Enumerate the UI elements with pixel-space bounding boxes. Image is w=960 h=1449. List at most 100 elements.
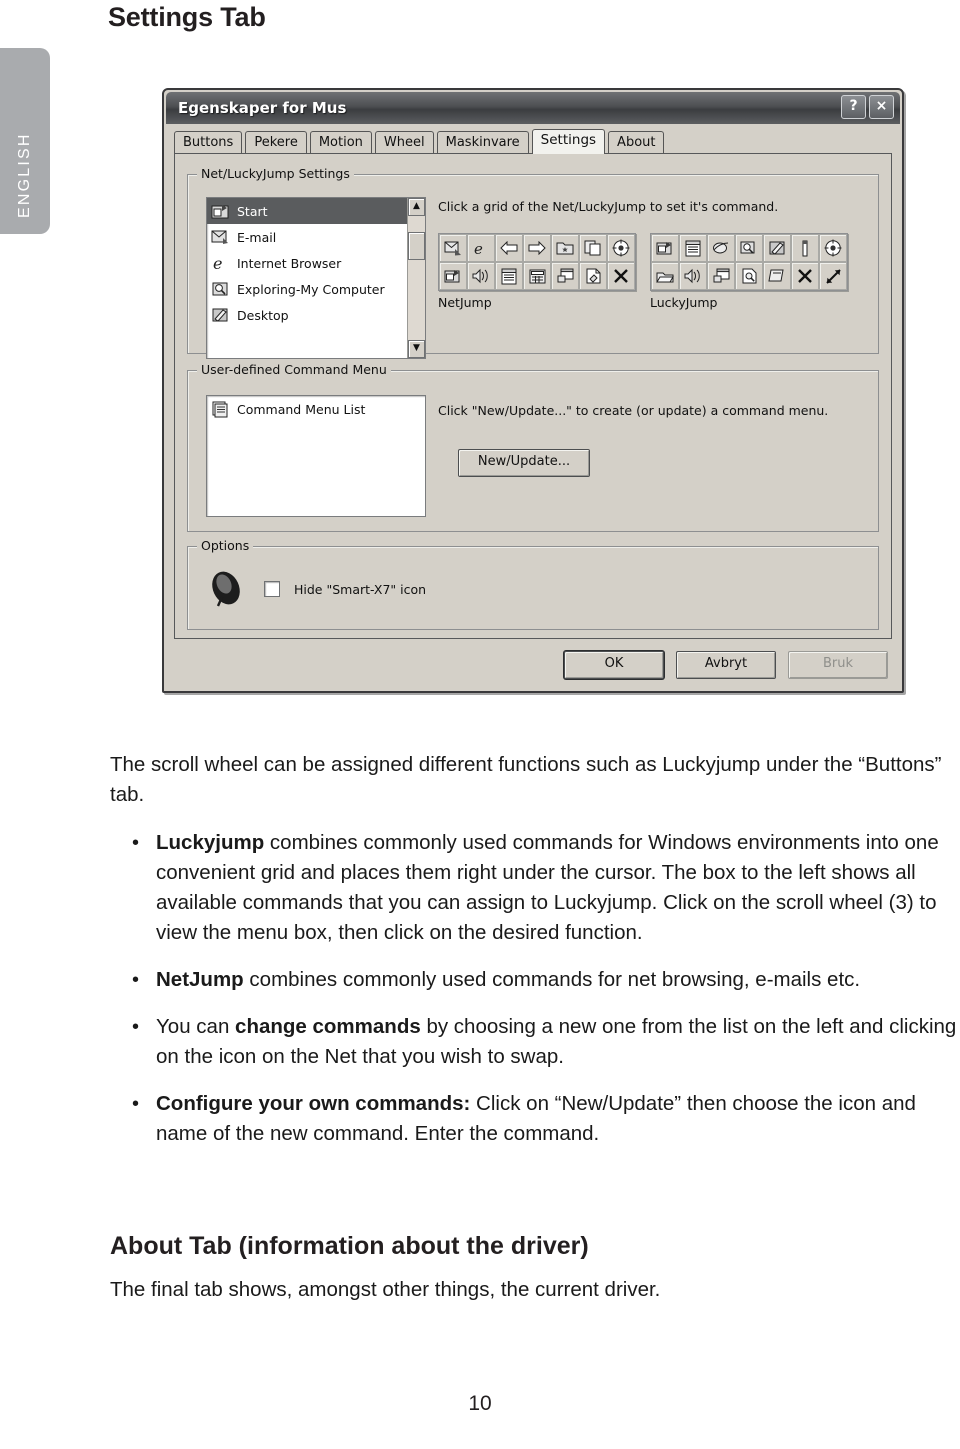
- netjump-label: NetJump: [438, 295, 492, 310]
- mouse-properties-dialog: Egenskaper for Mus ? × Buttons Pekere Mo…: [162, 88, 904, 693]
- menu-list-icon: [211, 400, 230, 418]
- tab-pekere[interactable]: Pekere: [245, 131, 307, 154]
- email-icon: [211, 228, 230, 246]
- luckyjump-cell-close-x-icon[interactable]: [791, 262, 819, 290]
- tab-maskinvare[interactable]: Maskinvare: [436, 131, 529, 154]
- bullet-change-commands: • You can change commands by choosing a …: [110, 1012, 960, 1072]
- bullet-lead: Luckyjump: [156, 831, 265, 854]
- tab-wheel[interactable]: Wheel: [374, 131, 434, 154]
- language-side-tab: ENGLISH: [0, 48, 50, 234]
- netjump-cell-internet-explorer-icon[interactable]: e: [467, 234, 495, 262]
- netjump-cell-print-page-icon[interactable]: [579, 262, 607, 290]
- netjump-cell-document-list-icon[interactable]: [495, 262, 523, 290]
- scrollbar-thumb[interactable]: [408, 232, 425, 260]
- luckyjump-label: LuckyJump: [650, 295, 718, 310]
- luckyjump-cell-bar-icon[interactable]: [791, 234, 819, 262]
- command-list-scrollbar[interactable]: ▲ ▼: [407, 198, 425, 358]
- luckyjump-cell-printer-page-icon[interactable]: [763, 262, 791, 290]
- bullet-lead: Configure your own commands:: [156, 1092, 471, 1115]
- tab-motion[interactable]: Motion: [309, 131, 372, 154]
- bullet-lead: change commands: [235, 1015, 421, 1038]
- luckyjump-cell-search-icon[interactable]: [735, 234, 763, 262]
- netjump-grid[interactable]: e: [438, 233, 636, 291]
- netjump-cell-forward-arrow-icon[interactable]: [523, 234, 551, 262]
- command-menu-hint: Click "New/Update..." to create (or upda…: [438, 403, 829, 418]
- net-grid-hint: Click a grid of the Net/LuckyJump to set…: [438, 199, 779, 214]
- scroll-down-icon[interactable]: ▼: [408, 340, 425, 358]
- net-luckyjump-settings-group: Net/LuckyJump Settings Start E-mail e In…: [187, 166, 879, 359]
- dialog-titlebar: Egenskaper for Mus ? ×: [166, 92, 900, 124]
- netjump-cell-window-icon[interactable]: [551, 262, 579, 290]
- luckyjump-cell-search-doc-icon[interactable]: [735, 262, 763, 290]
- tab-buttons[interactable]: Buttons: [174, 131, 243, 154]
- svg-text:e: e: [474, 240, 483, 256]
- ok-button[interactable]: OK: [564, 651, 664, 679]
- user-defined-command-menu-legend: User-defined Command Menu: [197, 362, 391, 377]
- luckyjump-cell-document-list-icon[interactable]: [679, 234, 707, 262]
- list-item-exploring-my-computer[interactable]: Exploring-My Computer: [207, 276, 425, 302]
- explorer-icon: [211, 280, 230, 298]
- hide-smart-x7-label: Hide "Smart-X7" icon: [294, 581, 427, 597]
- mouse-properties-screenshot: Egenskaper for Mus ? × Buttons Pekere Mo…: [162, 88, 904, 693]
- list-item-label: Command Menu List: [237, 401, 366, 417]
- netjump-cell-favorites-folder-icon[interactable]: [551, 234, 579, 262]
- luckyjump-cell-folder-icon[interactable]: [651, 262, 679, 290]
- luckyjump-cell-start-icon[interactable]: [651, 234, 679, 262]
- titlebar-buttons: ? ×: [841, 95, 894, 119]
- bullet-configure-commands: • Configure your own commands: Click on …: [110, 1089, 960, 1149]
- netjump-cell-volume-icon[interactable]: [467, 262, 495, 290]
- luckyjump-cell-target-icon[interactable]: [819, 234, 847, 262]
- command-menu-list[interactable]: Command Menu List: [206, 395, 426, 517]
- help-button[interactable]: ?: [841, 95, 866, 119]
- bullet-dot: •: [132, 1016, 140, 1038]
- hide-smart-x7-checkbox[interactable]: [264, 581, 280, 597]
- about-tab-heading: About Tab (information about the driver): [110, 1232, 589, 1260]
- desktop-icon: [211, 306, 230, 324]
- luckyjump-grid[interactable]: [650, 233, 848, 291]
- netjump-cell-start-icon[interactable]: [439, 262, 467, 290]
- luckyjump-cell-window-icon[interactable]: [707, 262, 735, 290]
- close-icon[interactable]: ×: [869, 95, 894, 119]
- list-item-label: E-mail: [237, 229, 277, 245]
- bullet-luckyjump: • Luckyjump combines commonly used comma…: [110, 828, 960, 948]
- list-item-desktop[interactable]: Desktop: [207, 302, 425, 328]
- netjump-cell-close-x-icon[interactable]: [607, 262, 635, 290]
- netjump-cell-back-arrow-icon[interactable]: [495, 234, 523, 262]
- list-item-command-menu-list[interactable]: Command Menu List: [207, 396, 425, 422]
- settings-tab-panel: Net/LuckyJump Settings Start E-mail e In…: [174, 153, 892, 639]
- bullet-dot: •: [132, 832, 140, 854]
- tab-about[interactable]: About: [608, 131, 665, 154]
- luckyjump-cell-desktop-icon[interactable]: [763, 234, 791, 262]
- bullet-list: • Luckyjump combines commonly used comma…: [110, 828, 960, 1149]
- list-item-start[interactable]: Start: [207, 198, 425, 224]
- bullet-lead: NetJump: [156, 968, 244, 991]
- page-number: 10: [468, 1392, 492, 1415]
- bullet-dot: •: [132, 969, 140, 991]
- tab-settings[interactable]: Settings: [531, 129, 606, 154]
- luckyjump-cell-resize-arrow-icon[interactable]: [819, 262, 847, 290]
- browser-icon: e: [211, 254, 230, 273]
- body-copy: The scroll wheel can be assigned differe…: [110, 750, 960, 1166]
- luckyjump-cell-volume-icon[interactable]: [679, 262, 707, 290]
- user-defined-command-menu-group: User-defined Command Menu Command Menu L…: [187, 362, 879, 532]
- list-item-email[interactable]: E-mail: [207, 224, 425, 250]
- language-side-tab-label: ENGLISH: [16, 132, 33, 218]
- start-icon: [211, 202, 230, 220]
- scroll-up-icon[interactable]: ▲: [408, 198, 425, 216]
- new-update-button[interactable]: New/Update...: [458, 449, 590, 477]
- cancel-button[interactable]: Avbryt: [676, 651, 776, 679]
- bullet-text: combines commonly used commands for net …: [243, 968, 861, 991]
- options-legend: Options: [197, 538, 254, 553]
- netjump-cell-calculator-icon[interactable]: [523, 262, 551, 290]
- apply-button[interactable]: Bruk: [788, 651, 888, 679]
- options-row: Hide "Smart-X7" icon: [204, 567, 426, 611]
- net-luckyjump-legend: Net/LuckyJump Settings: [197, 166, 354, 181]
- netjump-cell-target-icon[interactable]: [607, 234, 635, 262]
- bullet-netjump: • NetJump combines commonly used command…: [110, 965, 960, 995]
- luckyjump-cell-browser-icon[interactable]: [707, 234, 735, 262]
- netjump-cell-email-icon[interactable]: [439, 234, 467, 262]
- command-list[interactable]: Start E-mail e Internet Browser Explorin…: [206, 197, 426, 359]
- list-item-internet-browser[interactable]: e Internet Browser: [207, 250, 425, 276]
- list-item-label: Internet Browser: [237, 255, 342, 271]
- netjump-cell-copy-paste-icon[interactable]: [579, 234, 607, 262]
